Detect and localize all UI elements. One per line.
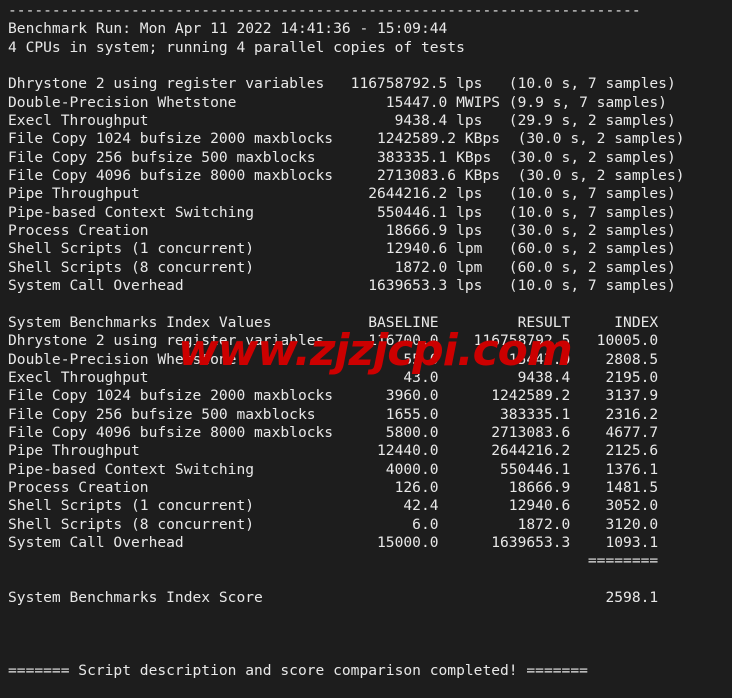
- terminal-console-output: ----------------------------------------…: [8, 2, 685, 680]
- terminal-window: ----------------------------------------…: [0, 0, 732, 698]
